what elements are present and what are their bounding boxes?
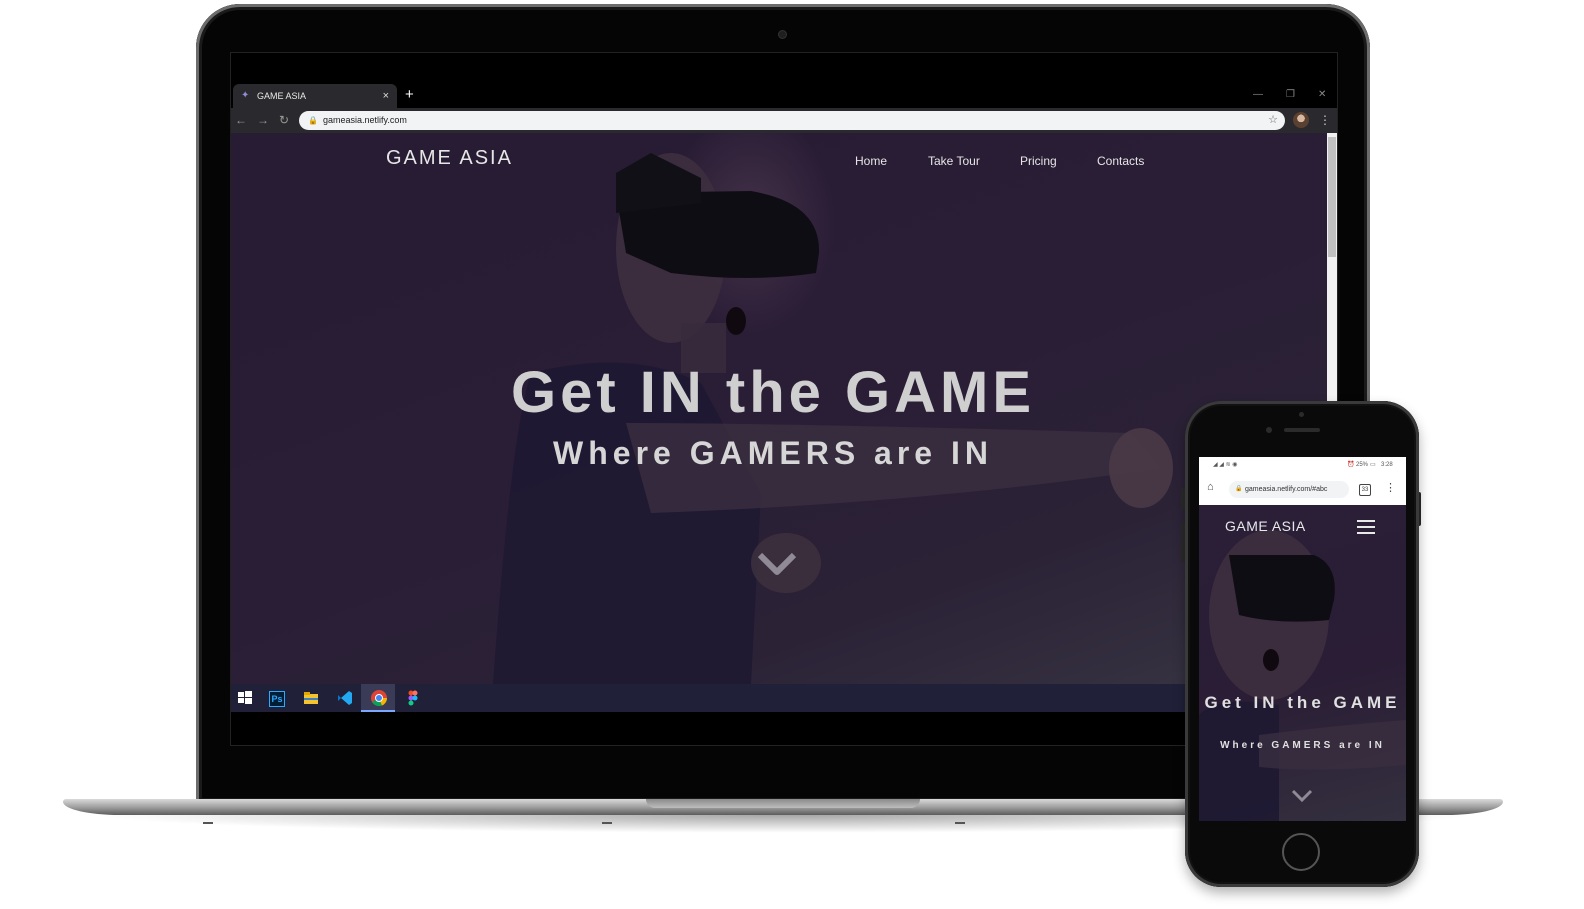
back-arrow-icon[interactable]: ← bbox=[235, 108, 247, 133]
vscode-icon[interactable] bbox=[336, 689, 354, 707]
phone-screen: ◢ ◢ ≋ ◉ ⏰ 25% ▭ 3:28 ⌂ 🔒 gameasia.netlif… bbox=[1199, 457, 1406, 821]
nav-pricing[interactable]: Pricing bbox=[1020, 154, 1057, 168]
restore-icon[interactable]: ❐ bbox=[1286, 83, 1295, 107]
address-bar[interactable]: 🔒 gameasia.netlify.com ☆ bbox=[299, 111, 1285, 130]
nav-take-tour[interactable]: Take Tour bbox=[928, 154, 980, 168]
phone-site-logo[interactable]: GAME ASIA bbox=[1225, 518, 1306, 534]
phone-scroll-down-chevron-icon[interactable] bbox=[1291, 789, 1313, 803]
file-explorer-icon[interactable] bbox=[302, 689, 320, 707]
laptop-camera bbox=[779, 31, 786, 38]
phone-hero-subtitle: Where GAMERS are IN bbox=[1220, 740, 1385, 751]
phone-hero-background-image bbox=[1199, 530, 1406, 821]
lock-icon: 🔒 bbox=[308, 116, 318, 125]
nav-contacts[interactable]: Contacts bbox=[1097, 154, 1144, 168]
battery-icon: ▭ bbox=[1370, 462, 1376, 468]
browser-toolbar: ← → ↻ 🔒 gameasia.netlify.com ☆ ⋮ bbox=[231, 108, 1337, 133]
battery-percent: 25% bbox=[1356, 462, 1369, 468]
signal-icon: ◢ ◢ ≋ ◉ bbox=[1213, 462, 1238, 468]
phone-status-bar: ◢ ◢ ≋ ◉ ⏰ 25% ▭ 3:28 bbox=[1199, 457, 1406, 473]
browser-tab[interactable]: ✦ GAME ASIA × bbox=[233, 84, 397, 108]
phone-website-viewport: GAME ASIA Get IN the GAME Where GAMERS a… bbox=[1199, 505, 1406, 821]
phone-browser-toolbar: ⌂ 🔒 gameasia.netlify.com/#abc 33 ⋮ bbox=[1199, 473, 1406, 505]
profile-avatar[interactable] bbox=[1293, 112, 1309, 128]
reload-icon[interactable]: ↻ bbox=[279, 108, 289, 133]
laptop-foot bbox=[203, 822, 213, 824]
alarm-icon: ⏰ bbox=[1347, 462, 1355, 468]
nav-home[interactable]: Home bbox=[855, 154, 887, 168]
chrome-icon[interactable] bbox=[370, 689, 388, 707]
scroll-down-chevron-icon[interactable] bbox=[757, 552, 797, 576]
phone-hero-title: Get IN the GAME bbox=[1204, 693, 1401, 712]
bookmark-star-icon[interactable]: ☆ bbox=[1268, 111, 1278, 130]
phone-home-button[interactable] bbox=[1282, 833, 1320, 871]
windows-start-icon[interactable] bbox=[236, 689, 254, 707]
minimize-icon[interactable]: — bbox=[1253, 83, 1263, 107]
website-viewport: GAME ASIA Home Take Tour Pricing Contact… bbox=[231, 133, 1327, 684]
url-text: gameasia.netlify.com bbox=[323, 115, 407, 125]
tab-close-icon[interactable]: × bbox=[383, 84, 389, 108]
window-close-icon[interactable]: ✕ bbox=[1318, 83, 1326, 107]
browser-tabstrip: ✦ GAME ASIA × + — ❐ ✕ bbox=[231, 83, 1337, 108]
phone-address-bar[interactable]: 🔒 gameasia.netlify.com/#abc bbox=[1229, 481, 1349, 498]
hero-subtitle: Where GAMERS are IN bbox=[553, 435, 993, 471]
scrollbar-thumb[interactable] bbox=[1328, 137, 1336, 257]
phone-browser-menu-icon[interactable]: ⋮ bbox=[1385, 481, 1396, 494]
phone-sensor bbox=[1299, 412, 1304, 417]
forward-arrow-icon[interactable]: → bbox=[257, 108, 269, 133]
site-logo[interactable]: GAME ASIA bbox=[386, 147, 513, 170]
phone-speaker bbox=[1284, 428, 1320, 432]
home-icon[interactable]: ⌂ bbox=[1207, 481, 1214, 493]
game-controller-icon: ✦ bbox=[241, 90, 250, 101]
new-tab-button[interactable]: + bbox=[405, 83, 414, 107]
laptop-foot bbox=[955, 822, 965, 824]
laptop-screen: ✦ GAME ASIA × + — ❐ ✕ ← → ↻ 🔒 gameasia.n… bbox=[230, 52, 1338, 746]
tab-title: GAME ASIA bbox=[257, 91, 307, 101]
hamburger-menu-icon[interactable] bbox=[1357, 520, 1375, 534]
laptop-foot bbox=[602, 822, 612, 824]
lock-icon: 🔒 bbox=[1235, 486, 1243, 492]
tab-switcher-button[interactable]: 33 bbox=[1359, 484, 1371, 496]
photoshop-icon[interactable]: Ps bbox=[269, 691, 285, 707]
phone-front-camera bbox=[1266, 427, 1272, 433]
windows-taskbar: Ps bbox=[231, 684, 1337, 712]
figma-icon[interactable] bbox=[404, 689, 422, 707]
phone-url-text: gameasia.netlify.com/#abc bbox=[1245, 486, 1328, 493]
status-time: 3:28 bbox=[1381, 462, 1393, 468]
laptop-hinge-notch bbox=[646, 799, 920, 808]
hero-title: Get IN the GAME bbox=[510, 360, 1036, 425]
browser-menu-icon[interactable]: ⋮ bbox=[1319, 108, 1331, 133]
